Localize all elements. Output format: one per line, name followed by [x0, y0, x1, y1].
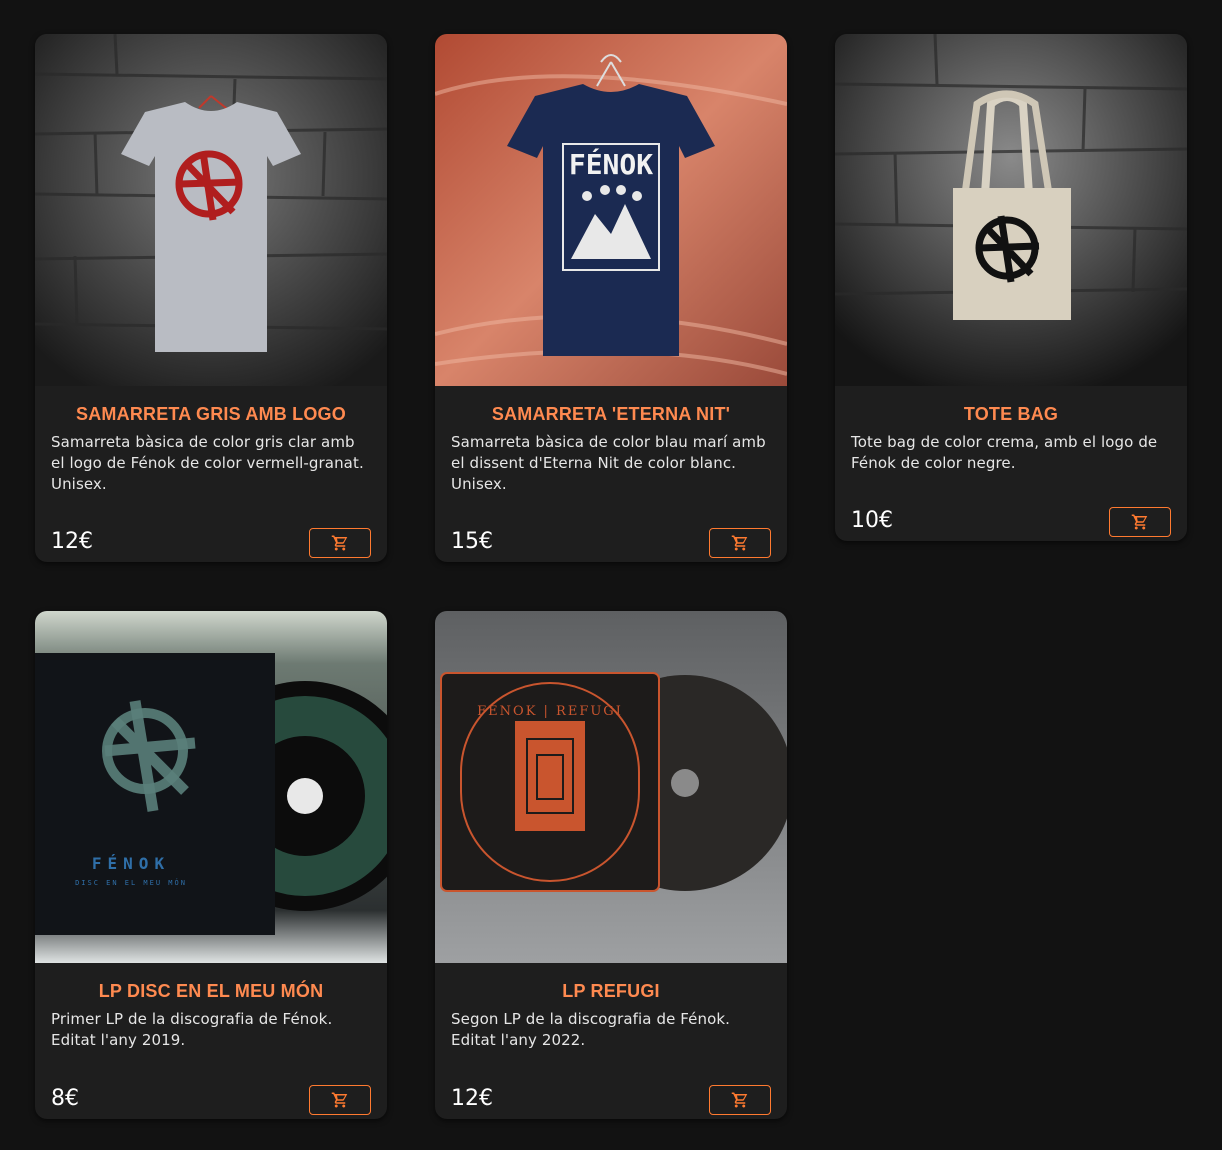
product-price: 8€ — [51, 1086, 79, 1111]
product-footer: 8€ — [51, 1073, 371, 1119]
product-title: SAMARRETA 'ETERNA NIT' — [491, 404, 731, 424]
cart-icon — [1131, 514, 1148, 530]
product-description: Primer LP de la discografia de Fénok. Ed… — [51, 1010, 333, 1049]
product-card-lp-refugi: FÉNOK | REFUGI LP REFUGI Segon LP de la … — [435, 611, 787, 1119]
add-to-cart-button[interactable] — [309, 528, 371, 558]
product-card-grey-tshirt: SAMARRETA GRIS AMB LOGO Samarreta bàsica… — [35, 34, 387, 562]
cart-icon — [731, 1092, 748, 1108]
product-footer: 15€ — [451, 516, 771, 562]
album-cover-subtitle: DISC EN EL MEU MÓN — [75, 878, 187, 887]
product-image-eterna-nit-tshirt[interactable]: FÉNOK — [435, 34, 787, 386]
product-price: 15€ — [451, 529, 493, 554]
add-to-cart-button[interactable] — [309, 1085, 371, 1115]
album-cover-ring-text: FÉNOK | REFUGI — [477, 703, 623, 719]
product-footer: 12€ — [51, 516, 371, 562]
product-footer: 12€ — [451, 1073, 771, 1119]
product-price: 10€ — [851, 508, 893, 533]
cart-icon — [331, 535, 348, 551]
product-description: Tote bag de color crema, amb el logo de … — [851, 433, 1158, 472]
product-price: 12€ — [451, 1086, 493, 1111]
product-description: Segon LP de la discografia de Fénok. Edi… — [451, 1010, 731, 1049]
product-card-tote-bag: TOTE BAG Tote bag de color crema, amb el… — [835, 34, 1187, 541]
product-image-tote-bag[interactable] — [835, 34, 1187, 386]
product-card-lp-disc-en-el-meu-mon: FÉNOK DISC EN EL MEU MÓN LP DISC EN EL M… — [35, 611, 387, 1119]
product-price: 12€ — [51, 529, 93, 554]
cart-icon — [731, 535, 748, 551]
product-description: Samarreta bàsica de color blau marí amb … — [451, 433, 766, 493]
product-image-grey-tshirt[interactable] — [35, 34, 387, 386]
product-description: Samarreta bàsica de color gris clar amb … — [51, 433, 364, 493]
tshirt-print-text: FÉNOK — [569, 147, 653, 181]
product-image-lp-refugi[interactable]: FÉNOK | REFUGI — [435, 611, 787, 963]
product-title: LP DISC EN EL MEU MÓN — [98, 981, 324, 1001]
product-title: SAMARRETA GRIS AMB LOGO — [76, 404, 346, 424]
product-card-eterna-nit-tshirt: FÉNOK SAMARRETA 'ETERNA NIT' Samarreta b… — [435, 34, 787, 562]
product-title: LP REFUGI — [562, 981, 660, 1001]
add-to-cart-button[interactable] — [709, 528, 771, 558]
album-cover-title: FÉNOK — [92, 854, 170, 873]
product-title: TOTE BAG — [963, 404, 1059, 424]
product-footer: 10€ — [851, 495, 1171, 541]
add-to-cart-button[interactable] — [709, 1085, 771, 1115]
product-image-lp-disc-en-el-meu-mon[interactable]: FÉNOK DISC EN EL MEU MÓN — [35, 611, 387, 963]
add-to-cart-button[interactable] — [1109, 507, 1171, 537]
cart-icon — [331, 1092, 348, 1108]
